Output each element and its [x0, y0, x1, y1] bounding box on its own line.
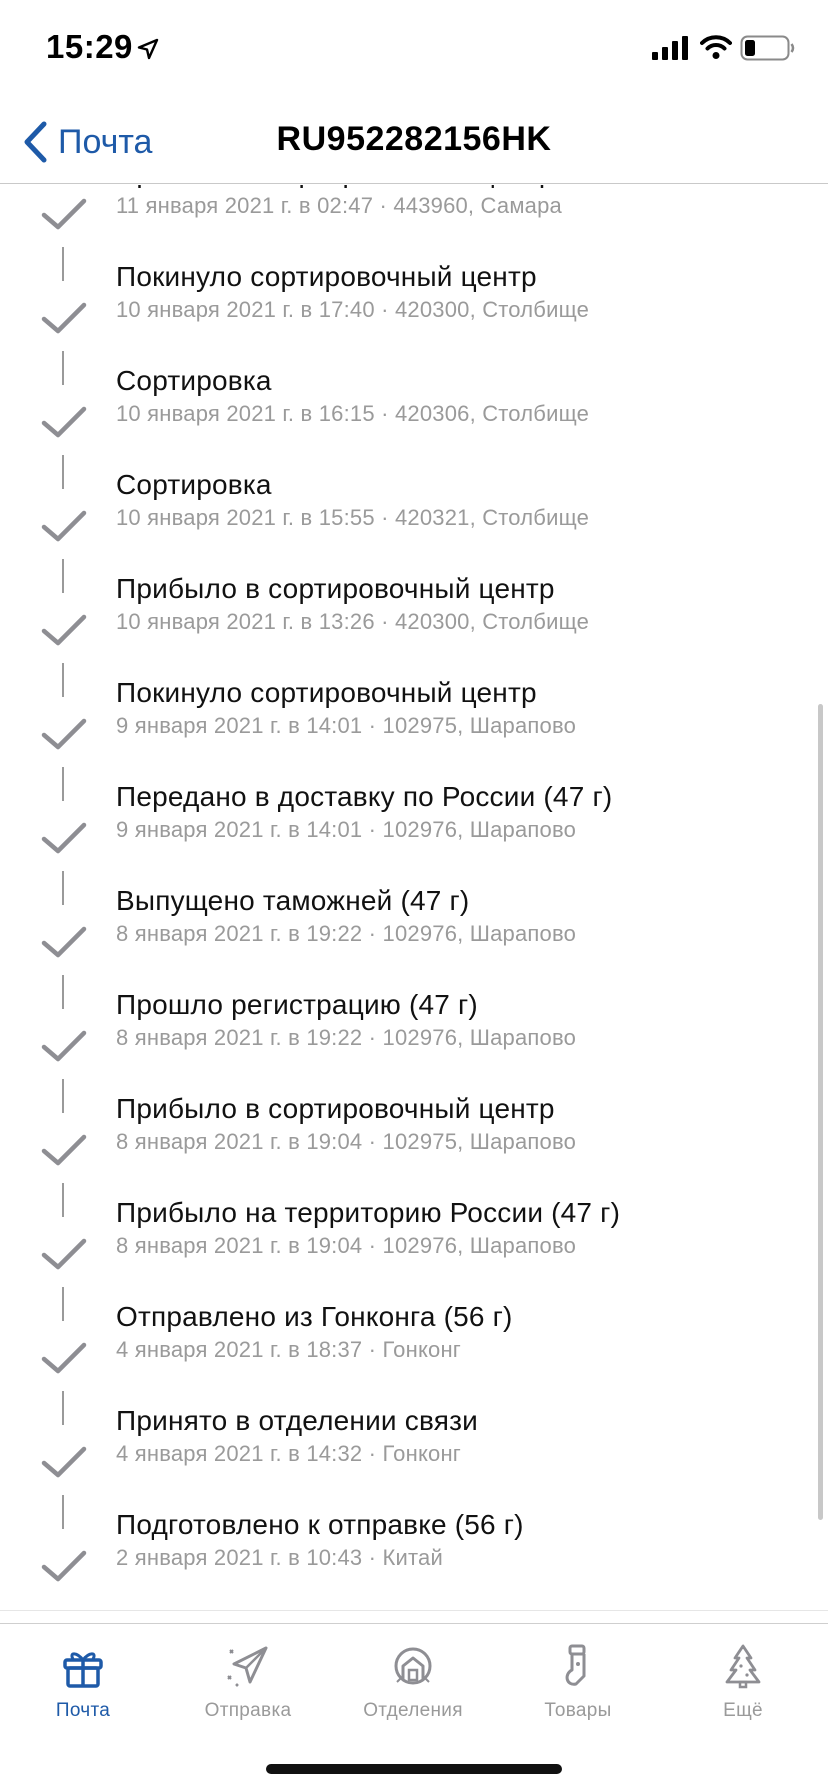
timeline-event: Принято в отделении связи 4 января 2021 г…	[0, 1397, 828, 1529]
status-time: 15:29	[46, 28, 133, 65]
tab-eshche[interactable]: Ещё	[663, 1642, 823, 1742]
post-office-icon	[394, 1647, 432, 1685]
battery-icon	[740, 35, 795, 61]
event-detail: 4 января 2021 г. в 18:37 · Гонконг	[116, 1337, 462, 1362]
home-indicator	[266, 1764, 562, 1774]
tracking-timeline[interactable]: Прибыло в сортировочный центр 11 января 2…	[0, 185, 828, 1613]
timeline-event: Выпущено таможней (47 г) 8 января 2021 г.…	[0, 877, 828, 1009]
tab-otdeleniya[interactable]: Отделения	[333, 1642, 493, 1742]
tab-bar-divider	[0, 1610, 828, 1611]
checkmark-icon	[41, 614, 87, 646]
event-detail: 9 января 2021 г. в 14:01 · 102975, Шарап…	[116, 713, 577, 738]
tab-label: Отделения	[363, 1700, 463, 1721]
checkmark-icon	[41, 1134, 87, 1166]
event-detail: 2 января 2021 г. в 10:43 · Китай	[116, 1545, 443, 1570]
event-detail: 11 января 2021 г. в 02:47 · 443960, Сама…	[116, 193, 562, 218]
checkmark-icon	[41, 302, 87, 334]
gift-icon	[63, 1652, 103, 1688]
event-detail: 10 января 2021 г. в 13:26 · 420300, Стол…	[116, 609, 590, 634]
event-title: Отправлено из Гонконга (56 г)	[116, 1301, 513, 1332]
event-title: Прошло регистрацию (47 г)	[116, 989, 478, 1020]
stocking-icon	[565, 1644, 586, 1686]
checkmark-icon	[41, 406, 87, 438]
event-title: Передано в доставку по России (47 г)	[116, 781, 613, 812]
event-title: Прибыло в сортировочный центр	[116, 1093, 555, 1124]
checkmark-icon	[41, 1446, 87, 1478]
timeline-event: Отправлено из Гонконга (56 г) 4 января 20…	[0, 1293, 828, 1425]
cellular-signal-icon	[652, 36, 688, 60]
event-detail: 8 января 2021 г. в 19:22 · 102976, Шарап…	[116, 921, 577, 946]
tab-tovary[interactable]: Товары	[498, 1642, 658, 1742]
checkmark-icon	[41, 510, 87, 542]
timeline-event: Сортировка 10 января 2021 г. в 15:55 · 42…	[0, 461, 828, 593]
tab-otpravka[interactable]: Отправка	[168, 1642, 328, 1742]
tab-label: Отправка	[204, 1700, 292, 1721]
timeline-event: Подготовлено к отправке (56 г) 2 января 2…	[0, 1501, 828, 1605]
event-detail: 8 января 2021 г. в 19:04 · 102976, Шарап…	[116, 1233, 577, 1258]
tab-label: Ещё	[723, 1700, 763, 1721]
event-title: Сортировка	[116, 469, 272, 500]
event-title: Принято в отделении связи	[116, 1405, 478, 1436]
event-title: Выпущено таможней (47 г)	[116, 885, 470, 916]
event-detail: 10 января 2021 г. в 15:55 · 420321, Стол…	[116, 505, 590, 530]
event-detail: 10 января 2021 г. в 17:40 · 420300, Стол…	[116, 297, 590, 322]
timeline-event: Прибыло в сортировочный центр 11 января 2…	[0, 185, 828, 281]
event-detail: 10 января 2021 г. в 16:15 · 420306, Стол…	[116, 401, 590, 426]
event-title: Покинуло сортировочный центр	[116, 261, 537, 292]
timeline-event: Прибыло на территорию России (47 г) 8 янв…	[0, 1189, 828, 1321]
timeline-event: Покинуло сортировочный центр 10 января 20…	[0, 253, 828, 385]
paper-plane-icon	[227, 1646, 268, 1687]
event-detail: 9 января 2021 г. в 14:01 · 102976, Шарап…	[116, 817, 577, 842]
screen: 15:29 Почта RU952282156HK 11 января 2021…	[0, 0, 828, 1792]
scrollbar[interactable]	[818, 704, 823, 1520]
status-bar: 15:29	[0, 0, 828, 100]
checkmark-icon	[41, 1550, 87, 1582]
tab-label: Товары	[544, 1700, 612, 1721]
timeline-list: Прибыло в сортировочный центр 11 января 2…	[0, 185, 828, 1605]
checkmark-icon	[41, 1238, 87, 1270]
event-title: Прибыло на территорию России (47 г)	[116, 1197, 621, 1228]
event-title: Прибыло в сортировочный центр	[116, 573, 555, 604]
timeline-event: Прибыло в сортировочный центр 10 января 2…	[0, 565, 828, 697]
tab-pochta[interactable]: Почта	[3, 1642, 163, 1742]
checkmark-icon	[41, 822, 87, 854]
checkmark-icon	[41, 198, 87, 230]
timeline-event: Передано в доставку по России (47 г) 9 ян…	[0, 773, 828, 905]
event-detail: 8 января 2021 г. в 19:04 · 102975, Шарап…	[116, 1129, 577, 1154]
navigation-bar: Почта RU952282156HK	[0, 100, 828, 184]
timeline-event: Прошло регистрацию (47 г) 8 января 2021 г…	[0, 981, 828, 1113]
timeline-event: Прибыло в сортировочный центр 8 января 20…	[0, 1085, 828, 1217]
event-title: Покинуло сортировочный центр	[116, 677, 537, 708]
event-title: Прибыло в сортировочный центр	[116, 185, 555, 189]
event-detail: 8 января 2021 г. в 19:22 · 102976, Шарап…	[116, 1025, 577, 1050]
checkmark-icon	[41, 1342, 87, 1374]
wifi-icon	[700, 35, 732, 59]
timeline-event: Сортировка 10 января 2021 г. в 16:15 · 42…	[0, 357, 828, 489]
christmas-tree-icon	[725, 1644, 761, 1689]
timeline-event: Покинуло сортировочный центр 9 января 202…	[0, 669, 828, 801]
location-arrow-icon	[137, 38, 159, 60]
checkmark-icon	[41, 718, 87, 750]
checkmark-icon	[41, 1030, 87, 1062]
tab-label: Почта	[55, 1700, 111, 1721]
event-detail: 4 января 2021 г. в 14:32 · Гонконг	[116, 1441, 462, 1466]
event-title: Подготовлено к отправке (56 г)	[116, 1509, 524, 1540]
page-title: RU952282156HK	[276, 120, 552, 158]
event-title: Сортировка	[116, 365, 272, 396]
checkmark-icon	[41, 926, 87, 958]
